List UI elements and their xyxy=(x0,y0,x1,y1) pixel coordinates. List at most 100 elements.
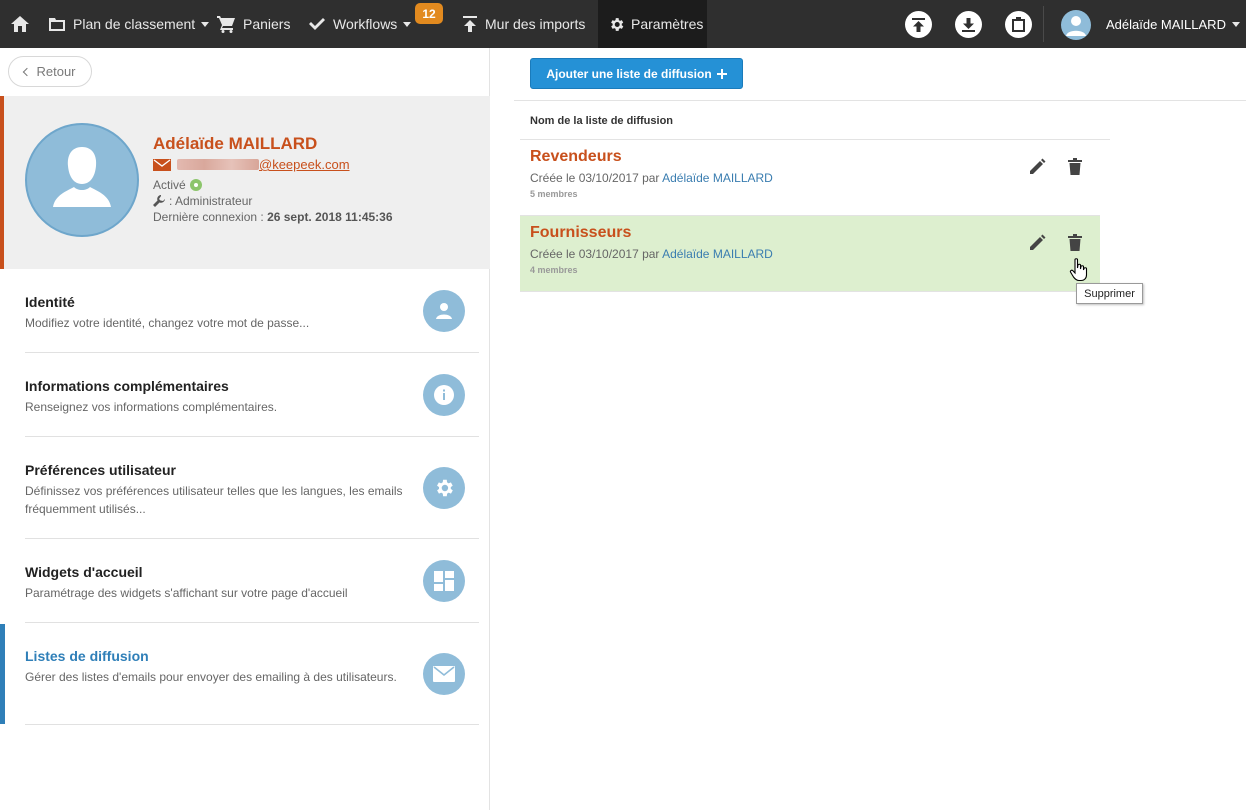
chevron-down-icon xyxy=(403,21,412,27)
menu-item-identite[interactable]: Identité Modifiez votre identité, change… xyxy=(25,269,479,353)
created-label: Créée le 03/10/2017 par xyxy=(530,247,660,261)
chevron-left-icon xyxy=(23,67,32,76)
cart-icon xyxy=(217,16,235,33)
members-count: 5 membres xyxy=(530,189,578,199)
nav-workflows-label: Workflows xyxy=(333,16,398,32)
divider xyxy=(1043,6,1044,42)
add-distribution-list-button[interactable]: Ajouter une liste de diffusion xyxy=(530,58,743,89)
chevron-down-icon xyxy=(1231,21,1240,27)
top-navigation-bar: Plan de classement Paniers Workflows 12 … xyxy=(0,0,1246,48)
profile-avatar xyxy=(25,123,139,237)
profile-name: Adélaïde MAILLARD xyxy=(153,134,318,153)
nav-plan-label: Plan de classement xyxy=(73,16,196,32)
created-by-link[interactable]: Adélaïde MAILLARD xyxy=(662,247,773,261)
user-menu[interactable]: Adélaïde MAILLARD xyxy=(1106,0,1240,48)
role-label: : Administrateur xyxy=(169,194,253,208)
menu-item-desc: Définissez vos préférences utilisateur t… xyxy=(25,484,403,516)
download-button[interactable] xyxy=(955,11,982,38)
email-redacted xyxy=(177,159,259,170)
person-icon xyxy=(53,147,111,207)
gear-icon xyxy=(611,17,624,31)
menu-item-desc: Gérer des listes d'emails pour envoyer d… xyxy=(25,670,397,684)
profile-email[interactable]: @keepeek.com xyxy=(153,157,350,172)
delete-button[interactable] xyxy=(1068,158,1082,181)
nav-parametres[interactable]: Paramètres xyxy=(598,0,707,48)
trash-icon xyxy=(1068,158,1082,175)
wrench-icon xyxy=(153,195,165,207)
nav-paniers-label: Paniers xyxy=(243,16,291,32)
upload-icon xyxy=(912,17,925,32)
person-icon xyxy=(423,290,465,332)
created-label: Créée le 03/10/2017 par xyxy=(530,171,660,185)
menu-item-title: Préférences utilisateur xyxy=(25,462,176,478)
menu-item-title: Listes de diffusion xyxy=(25,648,149,664)
divider xyxy=(514,100,1246,101)
email-domain: @keepeek.com xyxy=(259,157,350,172)
chevron-down-icon xyxy=(201,21,210,27)
nav-plan-de-classement[interactable]: Plan de classement xyxy=(48,0,210,48)
plus-icon xyxy=(716,68,727,79)
profile-role: : Administrateur xyxy=(153,194,252,208)
clipboard-button[interactable] xyxy=(1005,11,1032,38)
members-count: 4 membres xyxy=(530,265,578,275)
menu-item-desc: Renseignez vos informations complémentai… xyxy=(25,400,278,414)
menu-item-widgets[interactable]: Widgets d'accueil Paramétrage des widget… xyxy=(25,539,479,623)
delete-tooltip: Supprimer xyxy=(1076,283,1143,304)
gear-icon xyxy=(423,467,465,509)
download-icon xyxy=(962,17,975,32)
home-icon xyxy=(11,16,29,32)
active-menu-indicator xyxy=(0,624,5,724)
list-meta: Créée le 03/10/2017 par Adélaïde MAILLAR… xyxy=(530,247,773,261)
menu-item-informations[interactable]: Informations complémentaires Renseignez … xyxy=(25,353,479,437)
upload-icon xyxy=(463,16,477,32)
menu-item-preferences[interactable]: Préférences utilisateur Définissez vos p… xyxy=(25,437,479,539)
user-avatar[interactable] xyxy=(1061,10,1091,40)
home-button[interactable] xyxy=(10,0,30,48)
nav-mur-des-imports[interactable]: Mur des imports xyxy=(462,0,585,48)
menu-item-listes-de-diffusion[interactable]: Listes de diffusion Gérer des listes d'e… xyxy=(25,623,479,725)
nav-paniers[interactable]: Paniers xyxy=(216,0,290,48)
list-meta: Créée le 03/10/2017 par Adélaïde MAILLAR… xyxy=(530,171,773,185)
status-active-icon xyxy=(189,179,202,191)
folder-icon xyxy=(49,17,65,31)
workflows-count-badge: 12 xyxy=(415,3,443,24)
profile-card: Adélaïde MAILLARD @keepeek.com Activé : … xyxy=(0,96,490,269)
clipboard-icon xyxy=(1012,17,1025,32)
envelope-icon xyxy=(423,653,465,695)
list-name[interactable]: Fournisseurs xyxy=(530,224,631,242)
info-icon xyxy=(423,374,465,416)
edit-button[interactable] xyxy=(1028,158,1046,181)
last-login-label: Dernière connexion : xyxy=(153,210,264,224)
list-name[interactable]: Revendeurs xyxy=(530,148,622,166)
last-login-value: 26 sept. 2018 11:45:36 xyxy=(267,210,393,224)
pencil-icon xyxy=(1030,158,1046,174)
menu-item-title: Informations complémentaires xyxy=(25,378,229,394)
status-label: Activé xyxy=(153,178,186,192)
menu-item-desc: Paramétrage des widgets s'affichant sur … xyxy=(25,586,348,600)
nav-workflows[interactable]: Workflows xyxy=(308,0,412,48)
delete-button[interactable] xyxy=(1068,234,1082,257)
divider xyxy=(520,291,1100,292)
list-item[interactable]: Revendeurs Créée le 03/10/2017 par Adéla… xyxy=(520,140,1100,216)
menu-item-title: Widgets d'accueil xyxy=(25,564,143,580)
column-header: Nom de la liste de diffusion xyxy=(530,115,674,127)
profile-last-login: Dernière connexion : 26 sept. 2018 11:45… xyxy=(153,210,393,224)
created-by-link[interactable]: Adélaïde MAILLARD xyxy=(662,171,773,185)
user-name: Adélaïde MAILLARD xyxy=(1106,16,1226,32)
trash-icon xyxy=(1068,234,1082,251)
envelope-icon xyxy=(153,158,171,171)
add-button-label: Ajouter une liste de diffusion xyxy=(546,66,712,81)
left-panel: Retour Adélaïde MAILLARD @keepeek.com Ac… xyxy=(0,48,490,810)
back-button[interactable]: Retour xyxy=(8,56,92,87)
widgets-icon xyxy=(423,560,465,602)
menu-item-desc: Modifiez votre identité, changez votre m… xyxy=(25,316,310,330)
list-item[interactable]: Fournisseurs Créée le 03/10/2017 par Adé… xyxy=(520,216,1100,292)
upload-button[interactable] xyxy=(905,11,932,38)
checkmark-icon xyxy=(309,18,325,30)
pencil-icon xyxy=(1030,234,1046,250)
person-icon xyxy=(1066,16,1086,36)
menu-item-title: Identité xyxy=(25,294,75,310)
nav-imports-label: Mur des imports xyxy=(485,16,586,32)
edit-button[interactable] xyxy=(1028,234,1046,257)
back-label: Retour xyxy=(36,64,76,79)
